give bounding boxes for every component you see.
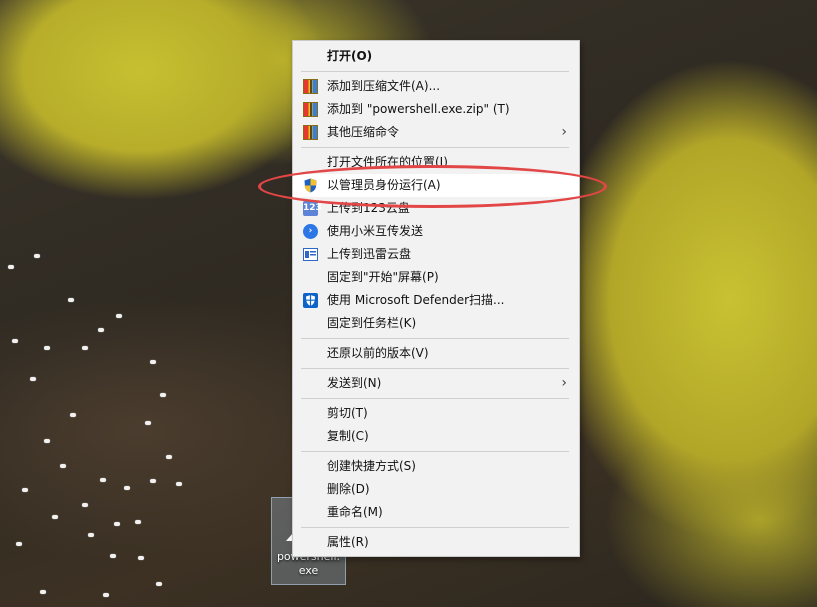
menu-item-label: 以管理员身份运行(A) xyxy=(327,178,441,192)
menu-item-properties[interactable]: 属性(R) xyxy=(293,531,579,554)
menu-item-label: 发送到(N) xyxy=(327,376,382,390)
bird-mark xyxy=(44,439,50,443)
menu-item-pin-taskbar[interactable]: 固定到任务栏(K) xyxy=(293,312,579,335)
bird-mark xyxy=(82,346,88,350)
uac-shield-icon xyxy=(304,178,317,193)
bird-mark xyxy=(40,590,46,594)
bird-mark xyxy=(100,478,106,482)
bird-mark xyxy=(124,486,130,490)
menu-item-label: 使用 Microsoft Defender扫描... xyxy=(327,293,505,307)
menu-item-send-to[interactable]: 发送到(N) › xyxy=(293,372,579,395)
bird-mark xyxy=(114,522,120,526)
bird-mark xyxy=(34,254,40,258)
menu-item-delete[interactable]: 删除(D) xyxy=(293,478,579,501)
menu-separator xyxy=(301,527,569,528)
menu-item-other-compress[interactable]: 其他压缩命令 › xyxy=(293,121,579,144)
menu-item-restore-versions[interactable]: 还原以前的版本(V) xyxy=(293,342,579,365)
bird-mark xyxy=(70,413,76,417)
menu-item-copy[interactable]: 复制(C) xyxy=(293,425,579,448)
bird-mark xyxy=(135,520,141,524)
bird-mark xyxy=(88,533,94,537)
bird-mark xyxy=(16,542,22,546)
bird-mark xyxy=(60,464,66,468)
menu-item-mi-share[interactable]: › 使用小米互传发送 xyxy=(293,220,579,243)
menu-item-label: 还原以前的版本(V) xyxy=(327,346,429,360)
bird-mark xyxy=(22,488,28,492)
xunlei-icon xyxy=(303,248,318,261)
menu-item-add-archive[interactable]: 添加到压缩文件(A)... xyxy=(293,75,579,98)
bird-mark xyxy=(138,556,144,560)
menu-item-defender-scan[interactable]: 使用 Microsoft Defender扫描... xyxy=(293,289,579,312)
bird-mark xyxy=(116,314,122,318)
menu-item-label: 打开文件所在的位置(I) xyxy=(327,155,448,169)
bird-mark xyxy=(82,503,88,507)
menu-item-label: 打开(O) xyxy=(327,49,373,63)
menu-item-label: 上传到迅雷云盘 xyxy=(327,247,412,261)
menu-item-rename[interactable]: 重命名(M) xyxy=(293,501,579,524)
bird-mark xyxy=(52,515,58,519)
bird-mark xyxy=(98,328,104,332)
menu-item-label: 重命名(M) xyxy=(327,505,383,519)
menu-item-label: 剪切(T) xyxy=(327,406,368,420)
bird-mark xyxy=(103,593,109,597)
menu-separator xyxy=(301,338,569,339)
menu-item-label: 复制(C) xyxy=(327,429,369,443)
mi-share-icon: › xyxy=(303,224,318,239)
bird-mark xyxy=(68,298,74,302)
menu-item-label: 添加到 "powershell.exe.zip" (T) xyxy=(327,102,510,116)
bird-mark xyxy=(8,265,14,269)
bird-mark xyxy=(156,582,162,586)
bird-mark xyxy=(44,346,50,350)
bird-mark xyxy=(12,339,18,343)
defender-icon xyxy=(303,293,318,308)
menu-item-upload-123[interactable]: 123 上传到123云盘 xyxy=(293,197,579,220)
menu-separator xyxy=(301,147,569,148)
menu-item-run-as-admin[interactable]: 以管理员身份运行(A) xyxy=(293,174,579,197)
bird-mark xyxy=(150,479,156,483)
archive-icon xyxy=(303,125,318,140)
bird-mark xyxy=(166,455,172,459)
menu-item-label: 其他压缩命令 xyxy=(327,125,400,139)
bird-mark xyxy=(110,554,116,558)
menu-item-open[interactable]: 打开(O) xyxy=(293,45,579,68)
menu-separator xyxy=(301,398,569,399)
menu-item-add-zip[interactable]: 添加到 "powershell.exe.zip" (T) xyxy=(293,98,579,121)
menu-item-label: 使用小米互传发送 xyxy=(327,224,424,238)
chevron-right-icon: › xyxy=(561,375,567,391)
menu-item-label: 属性(R) xyxy=(327,535,369,549)
archive-icon xyxy=(303,79,318,94)
menu-item-cut[interactable]: 剪切(T) xyxy=(293,402,579,425)
menu-item-label: 固定到"开始"屏幕(P) xyxy=(327,270,439,284)
menu-separator xyxy=(301,451,569,452)
menu-item-label: 创建快捷方式(S) xyxy=(327,459,416,473)
menu-separator xyxy=(301,368,569,369)
context-menu: 打开(O) 添加到压缩文件(A)... 添加到 "powershell.exe.… xyxy=(292,40,580,557)
cloud-123-icon: 123 xyxy=(303,201,322,216)
menu-item-pin-start[interactable]: 固定到"开始"屏幕(P) xyxy=(293,266,579,289)
menu-item-upload-xunlei[interactable]: 上传到迅雷云盘 xyxy=(293,243,579,266)
menu-separator xyxy=(301,71,569,72)
menu-item-open-location[interactable]: 打开文件所在的位置(I) xyxy=(293,151,579,174)
menu-item-create-shortcut[interactable]: 创建快捷方式(S) xyxy=(293,455,579,478)
bird-mark xyxy=(176,482,182,486)
menu-item-label: 上传到123云盘 xyxy=(327,201,410,215)
menu-item-label: 添加到压缩文件(A)... xyxy=(327,79,441,93)
bird-mark xyxy=(145,421,151,425)
chevron-right-icon: › xyxy=(561,124,567,140)
bird-mark xyxy=(150,360,156,364)
bird-mark xyxy=(30,377,36,381)
menu-item-label: 固定到任务栏(K) xyxy=(327,316,417,330)
archive-icon xyxy=(303,102,318,117)
bird-mark xyxy=(160,393,166,397)
menu-item-label: 删除(D) xyxy=(327,482,370,496)
